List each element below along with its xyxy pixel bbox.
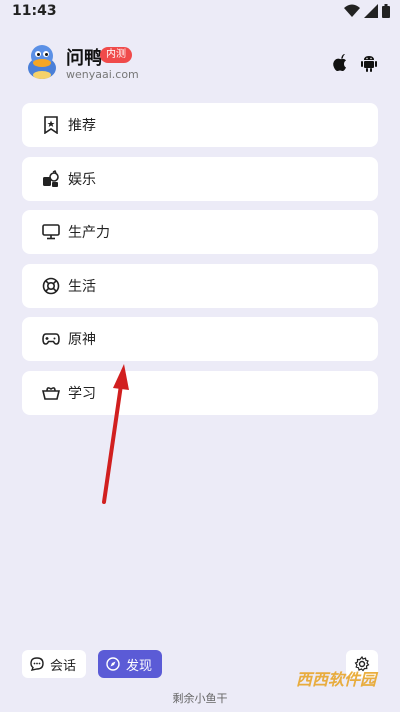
battery-icon <box>382 4 390 18</box>
menu-item-entertainment[interactable]: 娱乐 <box>22 156 378 201</box>
study-icon <box>42 384 60 402</box>
signal-icon <box>364 4 378 18</box>
apple-icon[interactable] <box>332 54 348 72</box>
menu-item-label: 生活 <box>68 278 96 295</box>
bookmark-star-icon <box>42 116 60 134</box>
duck-logo-icon <box>28 45 56 79</box>
menu-item-label: 原神 <box>68 332 96 348</box>
menu-item-label: 生产力 <box>68 225 110 241</box>
platform-icons <box>332 54 378 72</box>
remaining-credits-text: 剩余小鱼干 <box>172 692 228 705</box>
discover-button[interactable]: 发现 <box>98 650 163 678</box>
gamepad-icon <box>42 330 60 348</box>
menu-item-recommend[interactable]: 推荐 <box>22 103 378 147</box>
menu-item-label: 娱乐 <box>68 171 96 188</box>
chat-button-label: 会话 <box>50 658 77 674</box>
menu-item-study[interactable]: 学习 <box>22 370 378 415</box>
status-time: 11:43 <box>12 3 57 19</box>
wifi-icon <box>344 4 360 17</box>
monitor-icon <box>42 223 60 241</box>
lifebuoy-icon <box>42 277 60 295</box>
compass-icon <box>106 657 120 671</box>
app-url: wenyaai.com <box>66 68 139 81</box>
chat-button[interactable]: 会话 <box>22 650 87 678</box>
app-name: 问鸭 <box>66 48 102 69</box>
header: 问鸭 内测 wenyaai.com <box>22 42 378 84</box>
entertainment-icon <box>42 169 60 188</box>
beta-badge: 内测 <box>100 47 132 63</box>
status-icons <box>344 4 390 18</box>
chat-icon <box>30 657 44 671</box>
status-bar: 11:43 <box>0 0 400 24</box>
discover-button-label: 发现 <box>126 658 153 674</box>
menu-item-genshin[interactable]: 原神 <box>22 317 378 361</box>
category-menu: 推荐 娱乐 生产力 生活 原神 学习 <box>22 103 378 424</box>
menu-item-productivity[interactable]: 生产力 <box>22 210 378 254</box>
menu-item-label: 学习 <box>68 385 96 402</box>
menu-item-life[interactable]: 生活 <box>22 263 378 308</box>
android-icon[interactable] <box>360 54 378 72</box>
site-watermark: 西西软件园 <box>295 670 376 689</box>
menu-item-label: 推荐 <box>68 118 96 134</box>
